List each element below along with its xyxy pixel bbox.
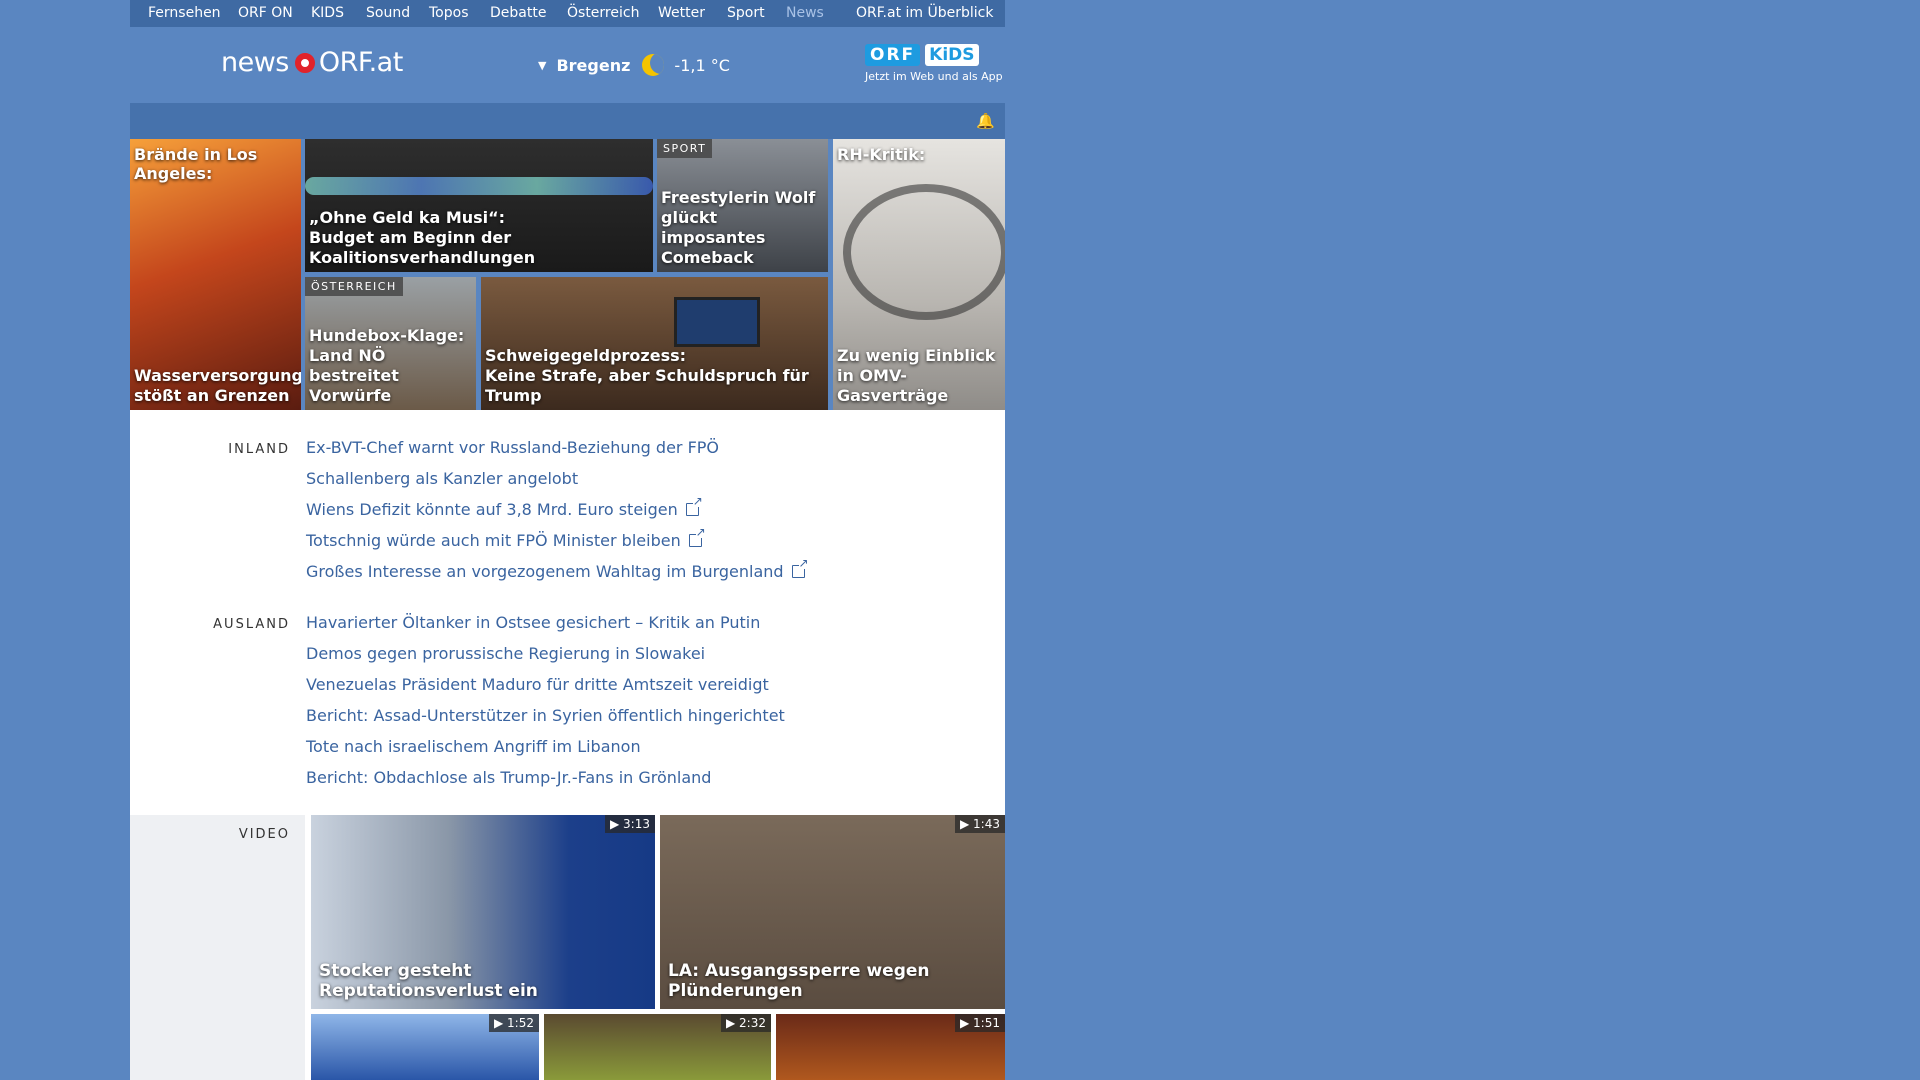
orf-ring-icon [294, 52, 315, 73]
external-link-icon [688, 526, 706, 547]
inland-headline-5[interactable]: Großes Interesse an vorgezogenem Wahltag… [306, 562, 784, 581]
tile-caption: Wasserversorgung stößt an Grenzen [134, 366, 301, 405]
tile-budget[interactable]: „Ohne Geld ka Musi“: Budget am Beginn de… [305, 139, 653, 272]
tile-caption-line: Keine Strafe, aber Schuldspruch für Trum… [485, 366, 809, 405]
tile-schweigegeld[interactable]: Schweigegeldprozess: Keine Strafe, aber … [481, 277, 828, 410]
news-list-section: INLAND Ex-BVT-Chef warnt vor Russland-Be… [130, 410, 1005, 815]
logo-orf-text: ORF.at [318, 47, 403, 78]
video-duration: ▶ 1:43 [955, 815, 1005, 833]
nav-topos[interactable]: Topos [429, 5, 468, 21]
inland-headline-4[interactable]: Totschnig würde auch mit FPÖ Minister bl… [306, 531, 681, 550]
orf-badge: ORF [865, 44, 921, 66]
paperclip-chain-image [305, 177, 653, 195]
section-title-video: VIDEO [238, 827, 290, 842]
tile-caption: Zu wenig Einblick in OMV-Gasverträge [837, 346, 996, 405]
tile-sport-wolf[interactable]: SPORT Freestylerin Wolf glückt imposante… [657, 139, 828, 272]
inland-headline-4-row: Totschnig würde auch mit FPÖ Minister bl… [306, 526, 706, 550]
video-duration: ▶ 2:32 [721, 1014, 771, 1032]
weather-city: Bregenz [556, 55, 631, 75]
video-section: VIDEO ▶ 3:13 Stocker gesteht Reputations… [130, 815, 1005, 1080]
nav-debatte[interactable]: Debatte [490, 5, 546, 21]
inland-headline-2[interactable]: Schallenberg als Kanzler angelobt [306, 469, 578, 488]
video-duration: ▶ 1:52 [489, 1014, 539, 1032]
tile-caption-line: Budget am Beginn der Koalitionsverhandlu… [309, 228, 536, 267]
bell-icon[interactable]: 🔔 [976, 112, 995, 130]
top-navigation: Fernsehen ORF ON KIDS Sound Topos Debatt… [130, 0, 1005, 27]
video-gutter [130, 815, 305, 1080]
ausland-headline-1[interactable]: Havarierter Öltanker in Ostsee gesichert… [306, 613, 760, 632]
video-tile-3[interactable]: ▶ 1:52 [311, 1014, 539, 1080]
video-tile-5[interactable]: ▶ 1:51 [776, 1014, 1005, 1080]
monitor-image [674, 297, 760, 347]
video-caption: LA: Ausgangssperre wegen Plünderungen [668, 961, 930, 1001]
ausland-headline-4[interactable]: Bericht: Assad-Unterstützer in Syrien öf… [306, 706, 785, 725]
nav-sound[interactable]: Sound [366, 5, 410, 21]
tile-hundebox[interactable]: ÖSTERREICH Hundebox-Klage: Land NÖ bestr… [305, 277, 476, 410]
nav-sport[interactable]: Sport [727, 5, 765, 21]
weather-widget[interactable]: ▼ Bregenz -1,1 °C [538, 54, 730, 76]
nav-overview[interactable]: ORF.at im Überblick [856, 5, 993, 21]
tile-caption-line: Schweigegeldprozess: [485, 346, 687, 365]
dropdown-triangle-icon[interactable]: ▼ [538, 59, 546, 72]
valve-wheel-image [843, 184, 1005, 320]
ausland-headline-5[interactable]: Tote nach israelischem Angriff im Libano… [306, 737, 641, 756]
ausland-headline-2[interactable]: Demos gegen prorussische Regierung in Sl… [306, 644, 705, 663]
inland-headline-1[interactable]: Ex-BVT-Chef warnt vor Russland-Beziehung… [306, 438, 719, 457]
tile-caption: Hundebox-Klage: Land NÖ bestreitet Vorwü… [309, 326, 465, 405]
section-title-inland: INLAND [228, 442, 290, 457]
inland-headline-3-row: Wiens Defizit könnte auf 3,8 Mrd. Euro s… [306, 495, 703, 519]
weather-temperature: -1,1 °C [674, 55, 730, 75]
tile-caption: „Ohne Geld ka Musi“: Budget am Beginn de… [309, 208, 649, 268]
external-link-icon [685, 495, 703, 516]
nav-news[interactable]: News [786, 5, 824, 21]
video-duration: ▶ 3:13 [605, 815, 655, 833]
news-orf-logo[interactable]: news ORF.at [221, 47, 403, 78]
video-tile-1[interactable]: ▶ 3:13 Stocker gesteht Reputationsverlus… [311, 815, 655, 1009]
nav-oesterreich[interactable]: Österreich [567, 5, 639, 21]
inland-headline-3[interactable]: Wiens Defizit könnte auf 3,8 Mrd. Euro s… [306, 500, 678, 519]
sub-bar: 🔔 [130, 103, 1005, 139]
category-label: ÖSTERREICH [305, 277, 403, 296]
video-tile-2[interactable]: ▶ 1:43 LA: Ausgangssperre wegen Plünderu… [660, 815, 1005, 1009]
tile-caption: Schweigegeldprozess: Keine Strafe, aber … [485, 346, 824, 406]
inland-headline-5-row: Großes Interesse an vorgezogenem Wahltag… [306, 557, 809, 581]
ausland-headline-6[interactable]: Bericht: Obdachlose als Trump-Jr.-Fans i… [306, 768, 711, 787]
video-tile-4[interactable]: ▶ 2:32 [544, 1014, 771, 1080]
logo-news-text: news [221, 47, 289, 78]
tile-fires-la[interactable]: Brände in Los Angeles: Wasserversorgung … [130, 139, 301, 410]
video-duration: ▶ 1:51 [955, 1014, 1005, 1032]
tile-caption: Freestylerin Wolf glückt imposantes Come… [661, 188, 816, 267]
nav-orf-on[interactable]: ORF ON [238, 5, 293, 21]
nav-wetter[interactable]: Wetter [658, 5, 705, 21]
site-header: news ORF.at ▼ Bregenz -1,1 °C ORF KiDS J… [130, 27, 1005, 103]
tile-caption-line: „Ohne Geld ka Musi“: [309, 208, 506, 227]
kids-badge: KiDS [925, 44, 979, 66]
external-link-icon [791, 557, 809, 578]
tile-top-text: Brände in Los Angeles: [134, 145, 258, 183]
orf-kids-promo[interactable]: ORF KiDS Jetzt im Web und als App [865, 44, 1005, 83]
ausland-headline-3[interactable]: Venezuelas Präsident Maduro für dritte A… [306, 675, 769, 694]
kids-tagline: Jetzt im Web und als App [865, 70, 1003, 83]
moon-icon [642, 54, 665, 76]
tile-rh-kritik[interactable]: RH-Kritik: Zu wenig Einblick in OMV-Gasv… [833, 139, 1005, 410]
nav-fernsehen[interactable]: Fernsehen [148, 5, 221, 21]
page: Fernsehen ORF ON KIDS Sound Topos Debatt… [130, 0, 1005, 1080]
category-label: SPORT [657, 139, 713, 158]
video-caption: Stocker gesteht Reputationsverlust ein [319, 961, 538, 1001]
section-title-ausland: AUSLAND [213, 617, 290, 632]
nav-kids[interactable]: KIDS [311, 5, 344, 21]
tile-top-text: RH-Kritik: [837, 145, 926, 164]
